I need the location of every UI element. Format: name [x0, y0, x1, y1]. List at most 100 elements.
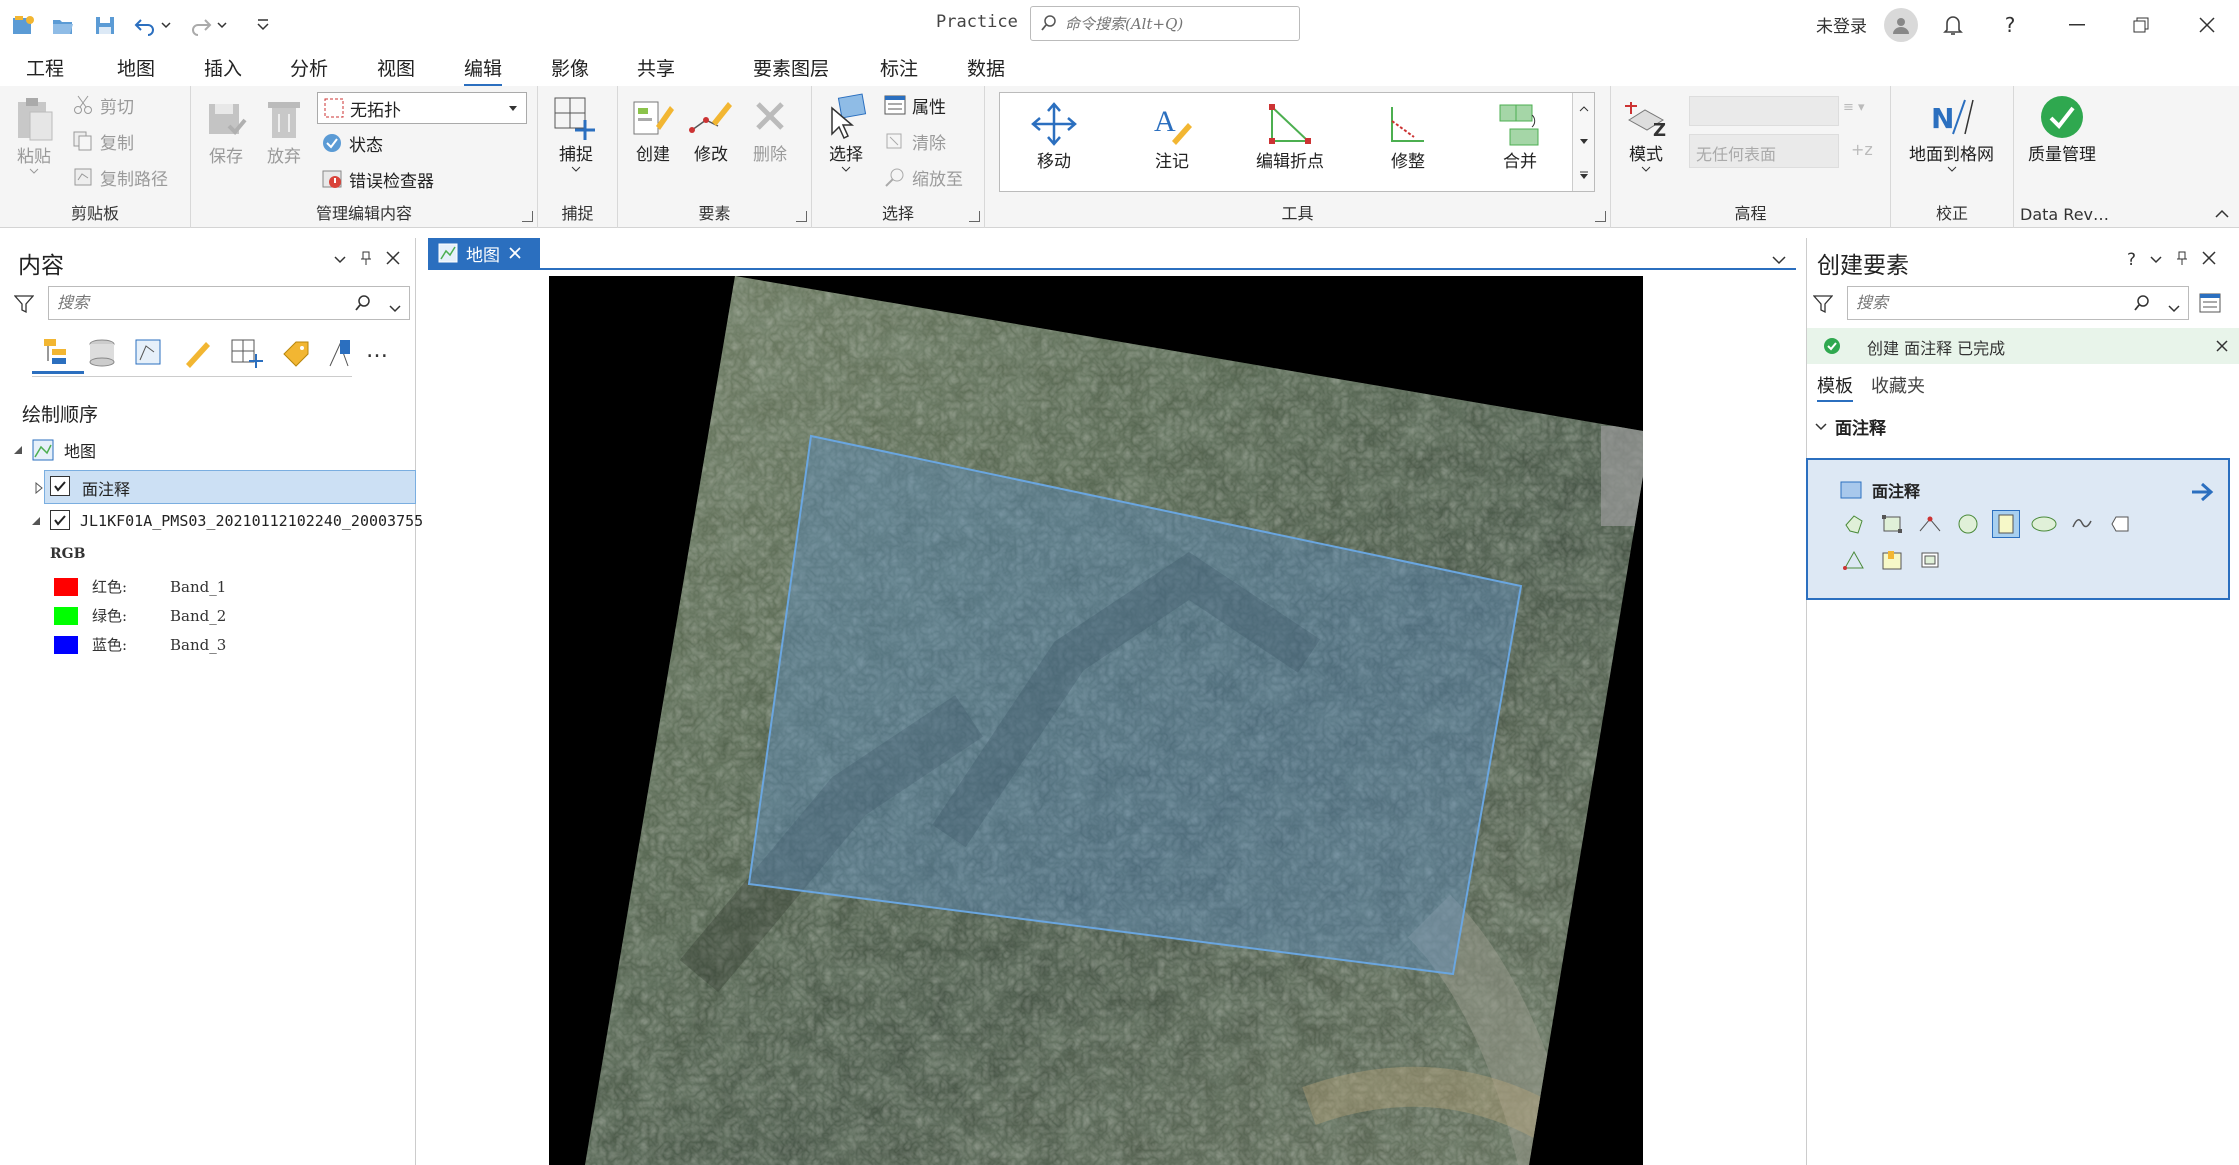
tab-imagery[interactable]: 影像 [551, 54, 589, 81]
close-tab-icon[interactable] [508, 246, 522, 260]
tool-freehand-icon[interactable] [2068, 510, 2096, 538]
tool-annotation[interactable]: A 注记 [1148, 101, 1196, 172]
gallery-expand-icon[interactable] [1573, 159, 1594, 191]
list-by-drawing-order-icon[interactable] [32, 332, 84, 374]
list-by-editing-icon[interactable] [182, 338, 214, 372]
pin-icon[interactable] [2176, 250, 2188, 270]
pane-options-chevron-icon[interactable] [2150, 250, 2162, 270]
search-options-chevron-icon[interactable] [2168, 299, 2180, 318]
collapse-ribbon-icon[interactable] [2215, 204, 2229, 223]
zoom-to-selection-button[interactable]: 缩放至 [884, 164, 963, 190]
help-icon[interactable]: ? [1995, 10, 2025, 40]
tool-split-icon[interactable] [1878, 546, 1906, 574]
template-card[interactable]: 面注释 [1806, 458, 2230, 600]
redo-dropdown-icon[interactable] [214, 10, 230, 40]
selection-launcher-icon[interactable] [969, 211, 980, 222]
tool-ellipse-icon[interactable] [2030, 510, 2058, 538]
list-by-perspective-icon[interactable] [326, 338, 354, 372]
elevation-mode-button[interactable]: Z 模式 [1623, 96, 1669, 173]
gallery-down-icon[interactable] [1573, 126, 1594, 158]
close-icon[interactable] [2192, 10, 2222, 40]
open-project-icon[interactable] [48, 10, 78, 40]
tab-edit[interactable]: 编辑 [464, 54, 503, 87]
elevation-z-icon[interactable]: +z [1851, 140, 1873, 159]
template-item[interactable]: 面注释 [1840, 478, 1920, 502]
modify-button[interactable]: 修改 [688, 96, 734, 165]
tool-trace-icon[interactable] [1840, 546, 1868, 574]
map-view-tab[interactable]: 地图 [428, 238, 540, 268]
error-inspector-button[interactable]: 错误检查器 [321, 166, 434, 192]
undo-icon[interactable] [130, 10, 160, 40]
close-pane-icon[interactable] [386, 250, 400, 269]
elevation-surface-dropdown[interactable]: 无任何表面 [1689, 134, 1839, 168]
user-avatar-icon[interactable] [1884, 8, 1918, 42]
tool-autocomplete-icon[interactable] [2106, 510, 2134, 538]
tab-favorites[interactable]: 收藏夹 [1871, 372, 1925, 398]
tab-analysis[interactable]: 分析 [290, 54, 328, 81]
arrow-right-icon[interactable] [2190, 482, 2214, 502]
paste-button[interactable]: 粘贴 [14, 96, 54, 175]
ground-to-grid-button[interactable]: N 地面到格网 [1909, 94, 1994, 173]
contents-search-box[interactable] [48, 286, 410, 320]
features-launcher-icon[interactable] [796, 211, 807, 222]
pin-icon[interactable] [360, 250, 372, 269]
tool-right-angle-icon[interactable] [1916, 510, 1944, 538]
tab-insert[interactable]: 插入 [204, 54, 242, 81]
attributes-button[interactable]: 属性 [884, 92, 946, 118]
tool-circle-icon[interactable] [1954, 510, 1982, 538]
customize-toolbar-icon[interactable] [248, 10, 278, 40]
pane-options-chevron-icon[interactable] [334, 250, 346, 269]
map-node[interactable]: 地图 [12, 438, 96, 462]
contents-search-input[interactable] [57, 293, 307, 312]
tool-rectangle-annotation-icon[interactable] [1992, 510, 2020, 538]
layer-visibility-checkbox[interactable] [50, 510, 70, 530]
create-button[interactable]: 创建 [630, 96, 676, 165]
undo-dropdown-icon[interactable] [158, 10, 174, 40]
filter-icon[interactable] [13, 294, 35, 318]
template-group-header[interactable]: 面注释 [1815, 414, 1886, 439]
tool-move[interactable]: 移动 [1030, 101, 1078, 172]
minimize-icon[interactable] [2062, 10, 2092, 40]
delete-button[interactable]: 删除 [750, 96, 790, 165]
tab-map[interactable]: 地图 [117, 54, 155, 81]
save-edits-button[interactable]: 保存 [205, 96, 247, 167]
layer-raster[interactable]: JL1KF01A_PMS03_20210112102240_20003755 [30, 510, 423, 530]
redo-icon[interactable] [186, 10, 216, 40]
tool-polygon-icon[interactable] [1840, 510, 1868, 538]
manage-templates-icon[interactable] [2199, 292, 2223, 318]
tab-view[interactable]: 视图 [377, 54, 415, 81]
search-options-chevron-icon[interactable] [389, 299, 401, 318]
list-by-labeling-icon[interactable] [280, 338, 312, 372]
tab-labeling[interactable]: 标注 [880, 54, 918, 81]
new-project-icon[interactable] [8, 10, 38, 40]
restore-icon[interactable] [2126, 10, 2156, 40]
list-by-data-source-icon[interactable] [86, 338, 118, 372]
copy-button[interactable]: 复制 [72, 128, 134, 154]
tab-project[interactable]: 工程 [26, 54, 64, 81]
dismiss-notification-icon[interactable] [2216, 340, 2228, 352]
snapping-button[interactable]: 捕捉 [551, 94, 601, 173]
tool-frame-icon[interactable] [1916, 546, 1944, 574]
list-by-snapping-icon[interactable] [230, 338, 266, 372]
save-project-icon[interactable] [90, 10, 120, 40]
select-button[interactable]: 选择 [824, 92, 868, 173]
login-status[interactable]: 未登录 [1816, 12, 1867, 37]
layer-visibility-checkbox[interactable] [50, 476, 70, 496]
template-search-input[interactable] [1856, 293, 2106, 312]
list-by-selection-icon[interactable] [134, 338, 166, 372]
clear-selection-button[interactable]: 清除 [884, 128, 946, 154]
topology-dropdown[interactable]: 无拓扑 [317, 92, 527, 124]
close-pane-icon[interactable] [2202, 250, 2216, 270]
gallery-up-icon[interactable] [1573, 93, 1594, 125]
cut-button[interactable]: 剪切 [72, 92, 134, 118]
command-search-input[interactable] [1065, 13, 1291, 35]
quality-management-button[interactable]: 质量管理 [2028, 94, 2096, 165]
map-canvas[interactable] [549, 276, 1643, 1165]
more-options-icon[interactable]: … [366, 338, 388, 363]
tab-data[interactable]: 数据 [967, 54, 1005, 81]
notification-bell-icon[interactable] [1938, 10, 1968, 40]
layer-annotation[interactable]: 面注释 [34, 476, 130, 500]
discard-edits-button[interactable]: 放弃 [264, 96, 304, 167]
tool-edit-vertices[interactable]: 编辑折点 [1256, 101, 1324, 172]
tool-merge[interactable]: 合并 [1496, 101, 1544, 172]
